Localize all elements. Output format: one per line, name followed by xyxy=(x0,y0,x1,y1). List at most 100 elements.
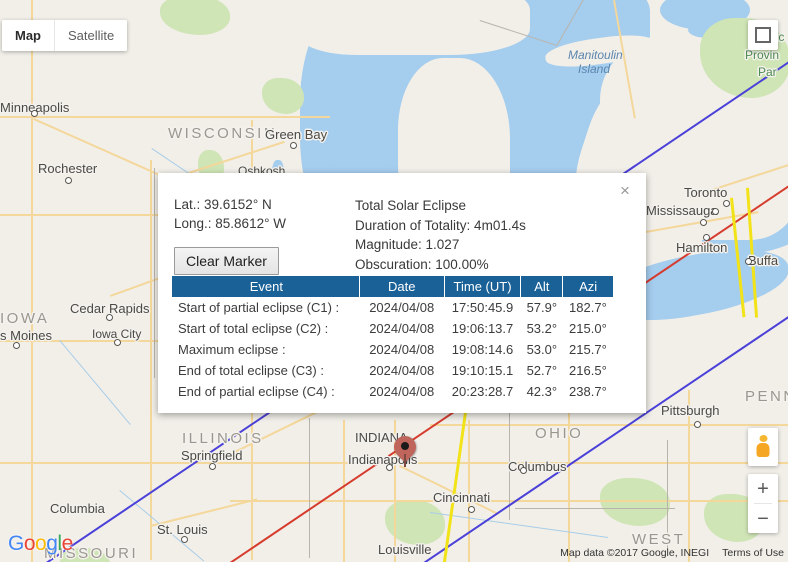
road-vertical-a xyxy=(31,0,33,562)
city-dot xyxy=(712,208,719,215)
column-header-date: Date xyxy=(359,276,445,297)
pegman-figure xyxy=(756,435,770,457)
street-view-pegman-icon[interactable] xyxy=(748,428,778,466)
coordinates-column: Lat.: 39.6152° N Long.: 85.8612° W Clear… xyxy=(174,195,339,276)
road-horizontal-a xyxy=(0,116,330,118)
eclipse-info-panel: × Lat.: 39.6152° N Long.: 85.8612° W Cle… xyxy=(158,173,646,413)
city-dot xyxy=(723,200,730,207)
logo-letter-1: G xyxy=(8,532,24,555)
table-cell-date: 2024/04/08 xyxy=(369,342,435,357)
city-dot xyxy=(386,464,393,471)
column-header-azi: Azi xyxy=(562,276,613,297)
zoom-in-button[interactable]: + xyxy=(748,474,778,503)
map-label-wisconsin: WISCONSIN xyxy=(168,125,278,142)
pegman-body xyxy=(756,443,770,457)
river-b xyxy=(59,340,131,425)
road-horizontal-g xyxy=(430,424,788,426)
pegman-head xyxy=(759,435,767,442)
state-border-a xyxy=(309,418,310,558)
fullscreen-icon[interactable] xyxy=(748,20,778,50)
table-row: Maximum eclipse : 2024/04/08 19:08:14.6 53.… xyxy=(172,339,613,360)
city-dot xyxy=(694,421,701,428)
events-table-body: Start of partial eclipse (C1) : 2024/04/0… xyxy=(172,297,613,402)
table-cell-date: 2024/04/08 xyxy=(369,321,435,336)
eclipse-summary-column: Total Solar Eclipse Duration of Totality… xyxy=(355,195,526,275)
city-dot xyxy=(114,339,121,346)
table-row: Start of partial eclipse (C1) : 2024/04/0… xyxy=(172,297,613,318)
city-dot xyxy=(703,234,710,241)
green-area-north-a xyxy=(160,0,230,35)
table-row: Start of total eclipse (C2) : 2024/04/08 1… xyxy=(172,318,613,339)
table-cell-alt: 42.3° xyxy=(526,384,558,399)
michigan-upper-peninsula xyxy=(300,0,530,55)
marker-center-dot xyxy=(401,442,409,450)
city-dot xyxy=(13,342,20,349)
eclipse-type: Total Solar Eclipse xyxy=(355,198,467,213)
city-dot xyxy=(181,536,188,543)
table-cell-time: 19:10:15.1 xyxy=(451,363,514,378)
map-label-penn: PENN xyxy=(745,388,788,405)
road-horizontal-d xyxy=(0,462,160,464)
map-label-pittsburgh: Pittsburgh xyxy=(661,403,720,418)
table-row: End of partial eclipse (C4) : 2024/04/08 2… xyxy=(172,381,613,402)
table-cell-alt: 52.7° xyxy=(526,363,558,378)
river-ohio xyxy=(429,512,609,539)
terms-of-use-link[interactable]: Terms of Use xyxy=(722,547,784,559)
map-label-west: WEST xyxy=(632,531,686,548)
state-border-e xyxy=(154,168,155,378)
road-horizontal-b xyxy=(0,214,170,216)
road-diag-h xyxy=(150,498,258,527)
city-dot xyxy=(31,110,38,117)
city-dot xyxy=(290,142,297,149)
table-row: End of total eclipse (C3) : 2024/04/08 19:… xyxy=(172,360,613,381)
map-label-columbia: Columbia xyxy=(50,501,105,516)
state-border-b xyxy=(509,400,510,520)
table-cell-event: Maximum eclipse : xyxy=(178,342,286,357)
events-table-header-row: Event Date Time (UT) Alt Azi xyxy=(172,276,613,297)
panel-top-section: Lat.: 39.6152° N Long.: 85.8612° W Clear… xyxy=(158,173,646,276)
table-cell-time: 20:23:28.7 xyxy=(451,384,514,399)
google-logo: Google xyxy=(8,532,73,556)
road-vertical-h xyxy=(688,390,690,562)
map-label-rochester: Rochester xyxy=(38,161,98,176)
map-type-button-map[interactable]: Map xyxy=(2,20,55,51)
table-cell-azi: 216.5° xyxy=(569,363,607,378)
logo-letter-2: o xyxy=(23,532,36,555)
location-marker[interactable] xyxy=(389,431,421,469)
table-cell-alt: 53.2° xyxy=(526,321,558,336)
city-dot xyxy=(700,219,707,226)
eclipse-events-table: Event Date Time (UT) Alt Azi Start of partia… xyxy=(172,276,613,402)
road-horizontal-c xyxy=(0,340,160,342)
table-cell-date: 2024/04/08 xyxy=(369,363,435,378)
green-area-north-b xyxy=(262,78,304,114)
map-label-iowa: IOWA xyxy=(0,310,50,327)
table-cell-alt: 53.0° xyxy=(526,342,558,357)
close-icon[interactable]: × xyxy=(615,181,635,201)
marker-stem xyxy=(404,454,406,467)
table-cell-date: 2024/04/08 xyxy=(369,300,435,315)
zoom-out-button[interactable]: − xyxy=(748,504,778,533)
table-cell-azi: 215.0° xyxy=(569,321,607,336)
table-cell-time: 19:08:14.6 xyxy=(451,342,514,357)
fullscreen-corner-br xyxy=(762,34,771,43)
table-cell-azi: 182.7° xyxy=(569,300,607,315)
map-attribution: Map data ©2017 Google, INEGI Terms of Us… xyxy=(560,547,784,559)
zoom-control[interactable]: + − xyxy=(748,474,778,533)
city-dot xyxy=(520,467,527,474)
map-type-control[interactable]: Map Satellite xyxy=(2,20,128,51)
eclipse-umbra-line-a xyxy=(442,398,469,562)
duration-of-totality: Duration of Totality: 4m01.4s xyxy=(355,217,526,233)
column-header-alt: Alt xyxy=(520,276,564,297)
events-table-head: Event Date Time (UT) Alt Azi xyxy=(172,276,613,297)
map-data-attribution: Map data ©2017 Google, INEGI xyxy=(560,547,710,559)
table-cell-alt: 57.9° xyxy=(526,300,558,315)
road-vertical-f xyxy=(468,420,470,562)
column-header-time-ut: Time (UT) xyxy=(444,276,522,297)
longitude-value: Long.: 85.8612° W xyxy=(174,216,286,231)
city-dot xyxy=(745,258,752,265)
magnitude-value: Magnitude: 1.027 xyxy=(355,237,460,252)
clear-marker-button[interactable]: Clear Marker xyxy=(174,247,279,276)
map-type-button-satellite[interactable]: Satellite xyxy=(55,20,128,51)
logo-letter-3: o xyxy=(35,532,47,555)
table-cell-event: Start of partial eclipse (C1) : xyxy=(178,300,340,315)
